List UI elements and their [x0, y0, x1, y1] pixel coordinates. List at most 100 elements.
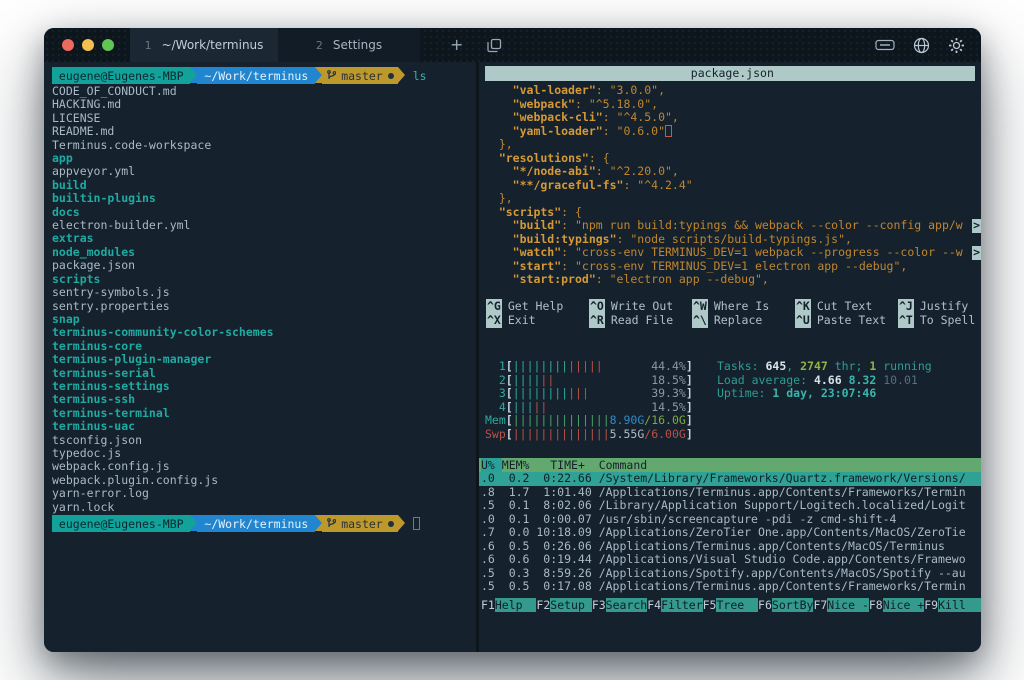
fkey-button[interactable]: F8Nice +: [869, 598, 924, 612]
file-item: yarn.lock: [52, 501, 476, 514]
fkey-button[interactable]: F4Filter: [647, 598, 702, 612]
file-item: terminus-serial: [52, 367, 476, 380]
gear-icon[interactable]: [948, 37, 965, 54]
git-branch-icon: [327, 70, 336, 81]
nano-line: "start": "cross-env TERMINUS_DEV=1 elect…: [479, 260, 981, 274]
nano-line: },: [479, 192, 981, 206]
new-tab-button[interactable]: +: [450, 37, 463, 53]
fkey-button[interactable]: F7Nice -: [813, 598, 868, 612]
shell-prompt: eugene@Eugenes-MBP ~/Work/terminus maste…: [52, 67, 476, 84]
process-row[interactable]: .6 0.6 0:19.44 /Applications/Visual Stud…: [479, 553, 981, 567]
file-item: webpack.config.js: [52, 460, 476, 473]
process-row[interactable]: .6 0.5 0:26.06 /Applications/Terminus.ap…: [479, 540, 981, 554]
keyboard-icon[interactable]: [875, 39, 895, 51]
prompt-branch: master: [322, 515, 398, 532]
file-item: electron-builder.yml: [52, 219, 476, 232]
file-item: build: [52, 179, 476, 192]
file-item: appveyor.yml: [52, 165, 476, 178]
nano-shortcut[interactable]: ^GGet Help: [486, 299, 589, 314]
nano-shortcut[interactable]: ^\Replace: [692, 313, 795, 328]
terminus-window: 1 ~/Work/terminus 2 Settings +: [44, 28, 981, 652]
shell-pane[interactable]: eugene@Eugenes-MBP ~/Work/terminus maste…: [44, 62, 476, 652]
fkey-button[interactable]: F9Kill: [924, 598, 981, 612]
file-item: snap: [52, 313, 476, 326]
nano-shortcut[interactable]: ^XExit: [486, 313, 589, 328]
nano-shortcut[interactable]: ^KCut Text: [795, 299, 898, 314]
dirty-dot-icon: [388, 521, 394, 527]
tab-work-terminus[interactable]: 1 ~/Work/terminus: [130, 28, 278, 62]
htop-meters: 1[||||||||||||| 44.4%] 2[|||||| 18.5%] 3…: [479, 360, 981, 441]
duplicate-tab-icon[interactable]: [487, 38, 502, 53]
nano-shortcut[interactable]: ^WWhere Is: [692, 299, 795, 314]
nano-shortcut[interactable]: ^UPaste Text: [795, 313, 898, 328]
powerline-arrow-icon: [315, 67, 322, 83]
zoom-window-button[interactable]: [102, 39, 114, 51]
process-row[interactable]: .5 0.3 8:59.26 /Applications/Spotify.app…: [479, 567, 981, 581]
minimize-window-button[interactable]: [82, 39, 94, 51]
file-item: terminus-uac: [52, 420, 476, 433]
meter-row: Mem[||||||||||||||8.90G/16.0G]: [485, 414, 981, 428]
nano-pane[interactable]: GNU nano 4.5 package.json "val-loader": …: [479, 66, 981, 328]
close-window-button[interactable]: [62, 39, 74, 51]
tab-settings[interactable]: 2 Settings: [278, 28, 420, 62]
fkey-button[interactable]: F6SortBy: [758, 598, 813, 612]
process-row[interactable]: .0 0.1 0:00.07 /usr/sbin/screencapture -…: [479, 513, 981, 527]
file-item: terminus-ssh: [52, 393, 476, 406]
file-item: package.json: [52, 259, 476, 272]
nano-title-bar: GNU nano 4.5 package.json: [485, 66, 975, 81]
process-row[interactable]: .5 0.5 0:17.08 /Applications/Terminus.ap…: [479, 580, 981, 594]
tab-title: ~/Work/terminus: [162, 38, 264, 52]
file-item: README.md: [52, 125, 476, 138]
file-item: scripts: [52, 273, 476, 286]
fkey-button[interactable]: F2Setup: [536, 598, 591, 612]
nano-line: },: [479, 138, 981, 152]
file-item: tsconfig.json: [52, 434, 476, 447]
fkey-bar: F1Help F2Setup F3SearchF4FilterF5Tree F6…: [479, 598, 981, 612]
globe-icon[interactable]: [913, 37, 930, 54]
prompt-path: ~/Work/terminus: [197, 67, 315, 84]
process-row[interactable]: .7 0.0 10:18.09 /Applications/ZeroTier O…: [479, 526, 981, 540]
terminal-cursor: [413, 517, 420, 530]
nano-shortcuts: ^GGet Help^OWrite Out^WWhere Is^KCut Tex…: [479, 299, 981, 328]
process-row[interactable]: .0 0.2 0:22.66 /System/Library/Framework…: [479, 472, 981, 486]
fkey-button[interactable]: F5Tree: [703, 598, 758, 612]
nano-body: "val-loader": "3.0.0","webpack": "^5.18.…: [479, 84, 981, 287]
nano-shortcut[interactable]: ^OWrite Out: [589, 299, 692, 314]
stats-line: Tasks: 645, 2747 thr; 1 running: [717, 360, 932, 374]
file-item: CODE_OF_CONDUCT.md: [52, 85, 476, 98]
htop-pane[interactable]: 1[||||||||||||| 44.4%] 2[|||||| 18.5%] 3…: [479, 360, 981, 652]
file-item: docs: [52, 206, 476, 219]
file-item: terminus-core: [52, 340, 476, 353]
powerline-arrow-icon: [190, 67, 197, 83]
file-item: yarn-error.log: [52, 487, 476, 500]
stats-line: Load average: 4.66 8.32 10.01: [717, 374, 932, 388]
process-row[interactable]: .8 1.7 1:01.40 /Applications/Terminus.ap…: [479, 486, 981, 500]
file-item: terminus-plugin-manager: [52, 353, 476, 366]
process-table-header[interactable]: U% MEM% TIME+ Command: [479, 458, 981, 472]
screenshot-stage: 1 ~/Work/terminus 2 Settings +: [0, 0, 1024, 680]
right-pane[interactable]: GNU nano 4.5 package.json "val-loader": …: [479, 62, 981, 652]
powerline-arrow-icon: [398, 515, 405, 531]
line-overflow-marker: >: [972, 246, 981, 260]
tab-number: 2: [316, 39, 323, 52]
process-table: U% MEM% TIME+ Command .0 0.2 0:22.66 /Sy…: [479, 458, 981, 594]
file-item: app: [52, 152, 476, 165]
nano-shortcut[interactable]: ^RRead File: [589, 313, 692, 328]
file-item: terminus-settings: [52, 380, 476, 393]
file-item: sentry.properties: [52, 300, 476, 313]
process-row[interactable]: .5 0.1 8:02.06 /Library/Application Supp…: [479, 499, 981, 513]
nano-shortcut[interactable]: ^TTo Spell: [898, 313, 981, 328]
fkey-button[interactable]: F3Search: [592, 598, 647, 612]
prompt-branch: master: [322, 67, 398, 84]
fkey-button[interactable]: F1Help: [481, 598, 536, 612]
nano-line: "resolutions": {: [479, 152, 981, 166]
tab-title: Settings: [333, 38, 382, 52]
nano-line: "scripts": {: [479, 206, 981, 220]
prompt-user: eugene@Eugenes-MBP: [52, 515, 190, 532]
powerline-arrow-icon: [190, 515, 197, 531]
nano-shortcut[interactable]: ^JJustify: [898, 299, 981, 314]
dirty-dot-icon: [388, 73, 394, 79]
nano-line: "yaml-loader": "0.6.0": [479, 125, 981, 139]
nano-line: "**/graceful-fs": "^4.2.4": [479, 179, 981, 193]
file-item: builtin-plugins: [52, 192, 476, 205]
